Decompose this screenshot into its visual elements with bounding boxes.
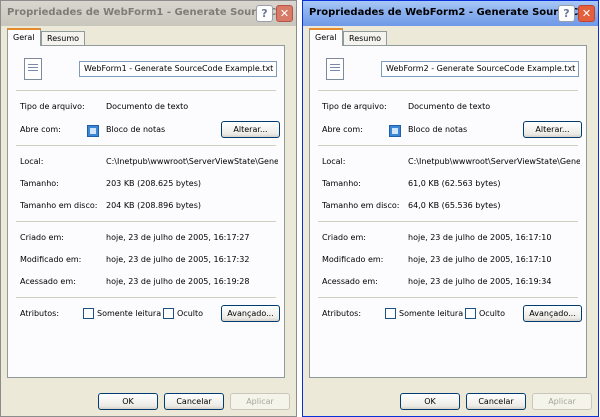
location-label: Local: xyxy=(20,157,44,166)
hidden-label[interactable]: Oculto xyxy=(177,309,203,318)
hidden-checkbox[interactable] xyxy=(465,308,476,319)
separator xyxy=(16,297,276,298)
disk-size-label: Tamanho em disco: xyxy=(322,201,400,210)
help-icon: ? xyxy=(563,7,570,20)
title-bar[interactable]: Propriedades de WebForm2 - Generate Sour… xyxy=(303,1,598,26)
ok-button[interactable]: OK xyxy=(400,393,460,410)
location-label: Local: xyxy=(322,157,346,166)
accessed-label: Acessado em: xyxy=(20,277,76,286)
window-title: Propriedades de WebForm1 - Generate Sour… xyxy=(7,7,284,18)
filename-field[interactable]: WebForm2 - Generate SourceCode Example.t… xyxy=(381,61,579,77)
modified-label: Modificado em: xyxy=(322,255,384,264)
type-label: Tipo de arquivo: xyxy=(20,102,85,111)
separator xyxy=(318,221,578,222)
text-file-icon xyxy=(24,58,42,80)
title-bar[interactable]: Propriedades de WebForm1 - Generate Sour… xyxy=(1,1,296,26)
accessed-label: Acessado em: xyxy=(322,277,378,286)
opens-with-value: Bloco de notas xyxy=(106,125,166,134)
separator xyxy=(318,297,578,298)
filename-field[interactable]: WebForm1 - Generate SourceCode Example.t… xyxy=(79,61,277,77)
text-file-icon xyxy=(326,58,344,80)
tab-panel-geral: WebForm1 - Generate SourceCode Example.t… xyxy=(7,45,285,378)
location-value: C:\Inetpub\wwwroot\ServerViewState\Gene xyxy=(106,157,278,166)
created-value: hoje, 23 de julho de 2005, 16:17:27 xyxy=(106,233,250,242)
change-button[interactable]: Alterar... xyxy=(523,121,582,138)
modified-label: Modificado em: xyxy=(20,255,82,264)
created-value: hoje, 23 de julho de 2005, 16:17:10 xyxy=(408,233,552,242)
size-value: 61,0 KB (62.563 bytes) xyxy=(408,179,501,188)
size-label: Tamanho: xyxy=(20,179,59,188)
apply-button[interactable]: Aplicar xyxy=(532,393,592,410)
created-label: Criado em: xyxy=(322,233,366,242)
accessed-value: hoje, 23 de julho de 2005, 16:19:34 xyxy=(408,277,552,286)
help-icon: ? xyxy=(261,7,268,20)
tab-panel-geral: WebForm2 - Generate SourceCode Example.t… xyxy=(309,45,587,378)
separator xyxy=(318,145,578,146)
type-value: Documento de texto xyxy=(408,102,491,111)
type-label: Tipo de arquivo: xyxy=(322,102,387,111)
ok-button[interactable]: OK xyxy=(98,393,158,410)
help-button[interactable]: ? xyxy=(558,5,575,22)
disk-size-value: 204 KB (208.896 bytes) xyxy=(106,201,201,210)
separator xyxy=(16,221,276,222)
hidden-checkbox[interactable] xyxy=(163,308,174,319)
created-label: Criado em: xyxy=(20,233,64,242)
cancel-button[interactable]: Cancelar xyxy=(164,393,224,410)
opens-with-label: Abre com: xyxy=(322,125,363,134)
tab-geral[interactable]: Geral xyxy=(309,28,343,46)
window-title: Propriedades de WebForm2 - Generate Sour… xyxy=(309,7,586,18)
close-button[interactable]: ✕ xyxy=(578,5,595,22)
opens-with-label: Abre com: xyxy=(20,125,61,134)
separator xyxy=(318,90,578,91)
size-value: 203 KB (208.625 bytes) xyxy=(106,179,201,188)
cancel-button[interactable]: Cancelar xyxy=(466,393,526,410)
advanced-button[interactable]: Avançado... xyxy=(221,305,280,322)
tab-geral[interactable]: Geral xyxy=(7,28,41,46)
separator xyxy=(16,90,276,91)
properties-dialog-webform2: Propriedades de WebForm2 - Generate Sour… xyxy=(302,0,599,417)
attributes-label: Atributos: xyxy=(322,309,362,318)
modified-value: hoje, 23 de julho de 2005, 16:17:32 xyxy=(106,255,250,264)
type-value: Documento de texto xyxy=(106,102,189,111)
opens-with-value: Bloco de notas xyxy=(408,125,468,134)
location-value: C:\Inetpub\wwwroot\ServerViewState\Gene xyxy=(408,157,580,166)
advanced-button[interactable]: Avançado... xyxy=(523,305,582,322)
readonly-label[interactable]: Somente leitura xyxy=(97,309,161,318)
separator xyxy=(16,145,276,146)
modified-value: hoje, 23 de julho de 2005, 16:17:10 xyxy=(408,255,552,264)
accessed-value: hoje, 23 de julho de 2005, 16:19:28 xyxy=(106,277,250,286)
size-label: Tamanho: xyxy=(322,179,361,188)
notepad-icon xyxy=(389,125,401,137)
properties-dialog-webform1: Propriedades de WebForm1 - Generate Sour… xyxy=(0,0,297,417)
readonly-checkbox[interactable] xyxy=(83,308,94,319)
apply-button[interactable]: Aplicar xyxy=(230,393,290,410)
close-button[interactable]: ✕ xyxy=(276,5,293,22)
tab-resumo[interactable]: Resumo xyxy=(343,31,388,45)
close-icon: ✕ xyxy=(279,7,290,20)
readonly-label[interactable]: Somente leitura xyxy=(399,309,463,318)
disk-size-label: Tamanho em disco: xyxy=(20,201,98,210)
readonly-checkbox[interactable] xyxy=(385,308,396,319)
attributes-label: Atributos: xyxy=(20,309,60,318)
tab-resumo[interactable]: Resumo xyxy=(41,31,86,45)
close-icon: ✕ xyxy=(581,7,592,20)
hidden-label[interactable]: Oculto xyxy=(479,309,505,318)
notepad-icon xyxy=(87,125,99,137)
help-button[interactable]: ? xyxy=(256,5,273,22)
disk-size-value: 64,0 KB (65.536 bytes) xyxy=(408,201,501,210)
change-button[interactable]: Alterar... xyxy=(221,121,280,138)
